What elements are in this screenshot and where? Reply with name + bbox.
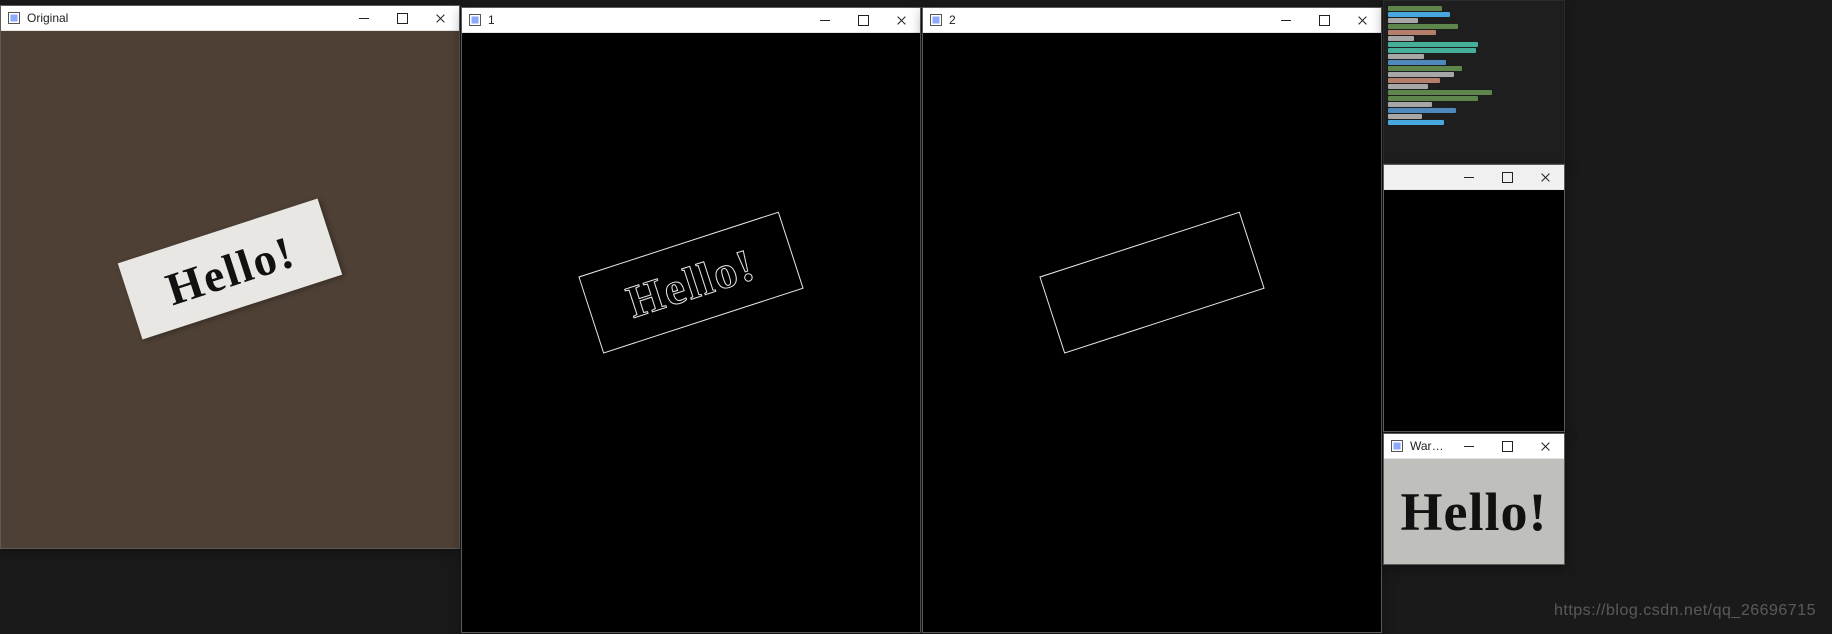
window-buttons xyxy=(1267,8,1381,32)
maximize-button[interactable] xyxy=(1488,165,1526,189)
code-view xyxy=(1384,1,1564,163)
window-aux xyxy=(1383,164,1565,432)
paper-note: Hello! xyxy=(118,198,342,339)
code-line xyxy=(1388,66,1462,71)
window-title: Original xyxy=(27,11,68,25)
close-button[interactable] xyxy=(1526,434,1564,458)
app-icon xyxy=(1390,439,1404,453)
window-title: Warped xyxy=(1410,439,1450,453)
window-warped: Warped Hello! xyxy=(1383,433,1565,565)
window-original: Original Hello! xyxy=(0,5,460,549)
titlebar[interactable]: 2 xyxy=(923,8,1381,33)
close-button[interactable] xyxy=(1343,8,1381,32)
window-edges: 1 Hello! xyxy=(461,7,921,633)
window-code-thumbnail xyxy=(1383,0,1565,164)
edge-svg: Hello! xyxy=(462,33,920,632)
minimize-button[interactable] xyxy=(1450,434,1488,458)
window-title: 1 xyxy=(488,13,495,27)
code-line xyxy=(1388,6,1442,11)
code-line xyxy=(1388,30,1436,35)
code-line xyxy=(1388,36,1414,41)
titlebar[interactable]: Warped xyxy=(1384,434,1564,459)
image-view: Hello! xyxy=(1384,459,1564,564)
minimize-button[interactable] xyxy=(345,6,383,30)
code-line xyxy=(1388,60,1446,65)
maximize-button[interactable] xyxy=(1305,8,1343,32)
code-line xyxy=(1388,120,1444,125)
code-line xyxy=(1388,24,1458,29)
code-line xyxy=(1388,18,1418,23)
minimize-button[interactable] xyxy=(1267,8,1305,32)
window-title: 2 xyxy=(949,13,956,27)
app-icon xyxy=(7,11,21,25)
window-buttons xyxy=(345,6,459,30)
hello-warped-text: Hello! xyxy=(1401,485,1548,539)
image-view: Hello! xyxy=(1,31,459,548)
code-line xyxy=(1388,96,1478,101)
minimize-button[interactable] xyxy=(1450,165,1488,189)
window-buttons xyxy=(806,8,920,32)
close-button[interactable] xyxy=(421,6,459,30)
code-line xyxy=(1388,102,1432,107)
window-buttons xyxy=(1450,165,1564,189)
titlebar[interactable]: Original xyxy=(1,6,459,31)
code-line xyxy=(1388,78,1440,83)
code-line xyxy=(1388,114,1422,119)
close-button[interactable] xyxy=(1526,165,1564,189)
code-line xyxy=(1388,108,1456,113)
titlebar[interactable] xyxy=(1384,165,1564,190)
code-line xyxy=(1388,84,1428,89)
window-buttons xyxy=(1450,434,1564,458)
window-contour: 2 xyxy=(922,7,1382,633)
app-icon xyxy=(929,13,943,27)
maximize-button[interactable] xyxy=(383,6,421,30)
maximize-button[interactable] xyxy=(1488,434,1526,458)
code-line xyxy=(1388,72,1454,77)
hello-edge-text: Hello! xyxy=(621,238,762,327)
image-view: Hello! xyxy=(462,33,920,632)
contour-svg xyxy=(923,33,1381,632)
titlebar[interactable]: 1 xyxy=(462,8,920,33)
watermark: https://blog.csdn.net/qq_26696715 xyxy=(1554,602,1816,620)
code-line xyxy=(1388,12,1450,17)
code-line xyxy=(1388,42,1478,47)
maximize-button[interactable] xyxy=(844,8,882,32)
close-button[interactable] xyxy=(882,8,920,32)
hello-text: Hello! xyxy=(159,225,300,313)
code-line xyxy=(1388,90,1492,95)
app-icon xyxy=(468,13,482,27)
minimize-button[interactable] xyxy=(806,8,844,32)
image-view xyxy=(1384,190,1564,431)
image-view xyxy=(923,33,1381,632)
code-line xyxy=(1388,48,1476,53)
code-line xyxy=(1388,54,1424,59)
